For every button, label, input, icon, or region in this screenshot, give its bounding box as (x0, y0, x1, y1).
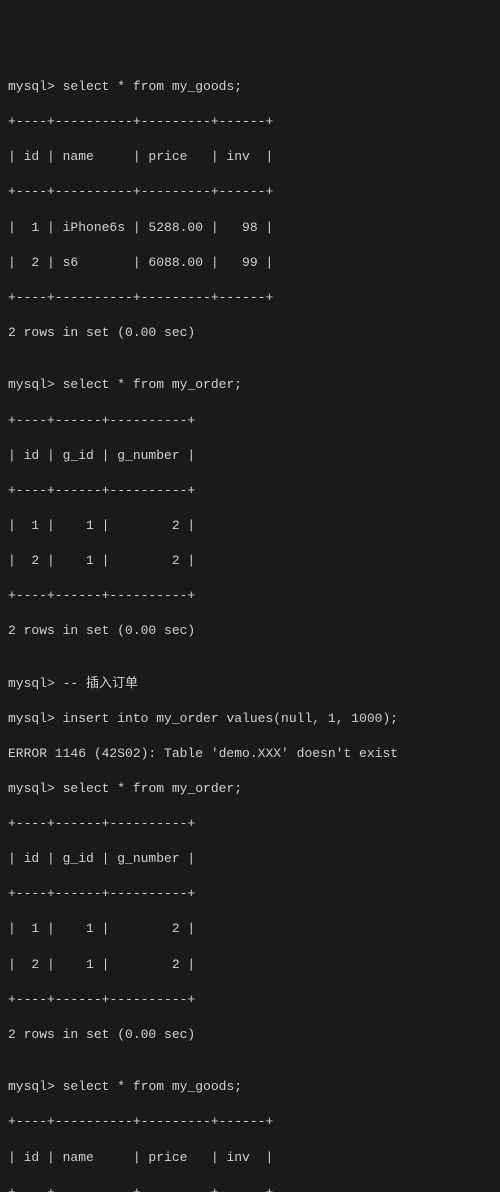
table-border: +----+------+----------+ (8, 412, 492, 430)
terminal-line: mysql> select * from my_goods; (8, 78, 492, 96)
table-border: +----+------+----------+ (8, 815, 492, 833)
sql-query: insert into my_order values(null, 1, 100… (63, 711, 398, 726)
mysql-prompt: mysql> (8, 79, 55, 94)
sql-query: select * from my_order; (63, 377, 242, 392)
table-border: +----+----------+---------+------+ (8, 113, 492, 131)
table-border: +----+----------+---------+------+ (8, 183, 492, 201)
mysql-prompt: mysql> (8, 676, 55, 691)
result-footer: 2 rows in set (0.00 sec) (8, 1026, 492, 1044)
mysql-prompt: mysql> (8, 711, 55, 726)
table-header: | id | g_id | g_number | (8, 850, 492, 868)
table-border: +----+----------+---------+------+ (8, 289, 492, 307)
table-header: | id | g_id | g_number | (8, 447, 492, 465)
result-footer: 2 rows in set (0.00 sec) (8, 324, 492, 342)
table-border: +----+----------+---------+------+ (8, 1184, 492, 1192)
table-border: +----+------+----------+ (8, 482, 492, 500)
result-footer: 2 rows in set (0.00 sec) (8, 622, 492, 640)
table-row: | 1 | iPhone6s | 5288.00 | 98 | (8, 219, 492, 237)
table-border: +----+----------+---------+------+ (8, 1113, 492, 1131)
mysql-prompt: mysql> (8, 1079, 55, 1094)
terminal-line: mysql> -- 插入订单 (8, 675, 492, 693)
error-line: ERROR 1146 (42S02): Table 'demo.XXX' doe… (8, 745, 492, 763)
sql-comment: -- 插入订单 (63, 676, 138, 691)
sql-query: select * from my_goods; (63, 79, 242, 94)
mysql-prompt: mysql> (8, 377, 55, 392)
table-row: | 2 | 1 | 2 | (8, 552, 492, 570)
table-row: | 2 | s6 | 6088.00 | 99 | (8, 254, 492, 272)
mysql-prompt: mysql> (8, 781, 55, 796)
terminal-line: mysql> select * from my_goods; (8, 1078, 492, 1096)
terminal-line: mysql> select * from my_order; (8, 376, 492, 394)
table-border: +----+------+----------+ (8, 885, 492, 903)
sql-query: select * from my_order; (63, 781, 242, 796)
table-row: | 1 | 1 | 2 | (8, 920, 492, 938)
sql-query: select * from my_goods; (63, 1079, 242, 1094)
table-header: | id | name | price | inv | (8, 1149, 492, 1167)
terminal-line: mysql> insert into my_order values(null,… (8, 710, 492, 728)
table-header: | id | name | price | inv | (8, 148, 492, 166)
table-row: | 2 | 1 | 2 | (8, 956, 492, 974)
terminal-line: mysql> select * from my_order; (8, 780, 492, 798)
table-row: | 1 | 1 | 2 | (8, 517, 492, 535)
table-border: +----+------+----------+ (8, 991, 492, 1009)
